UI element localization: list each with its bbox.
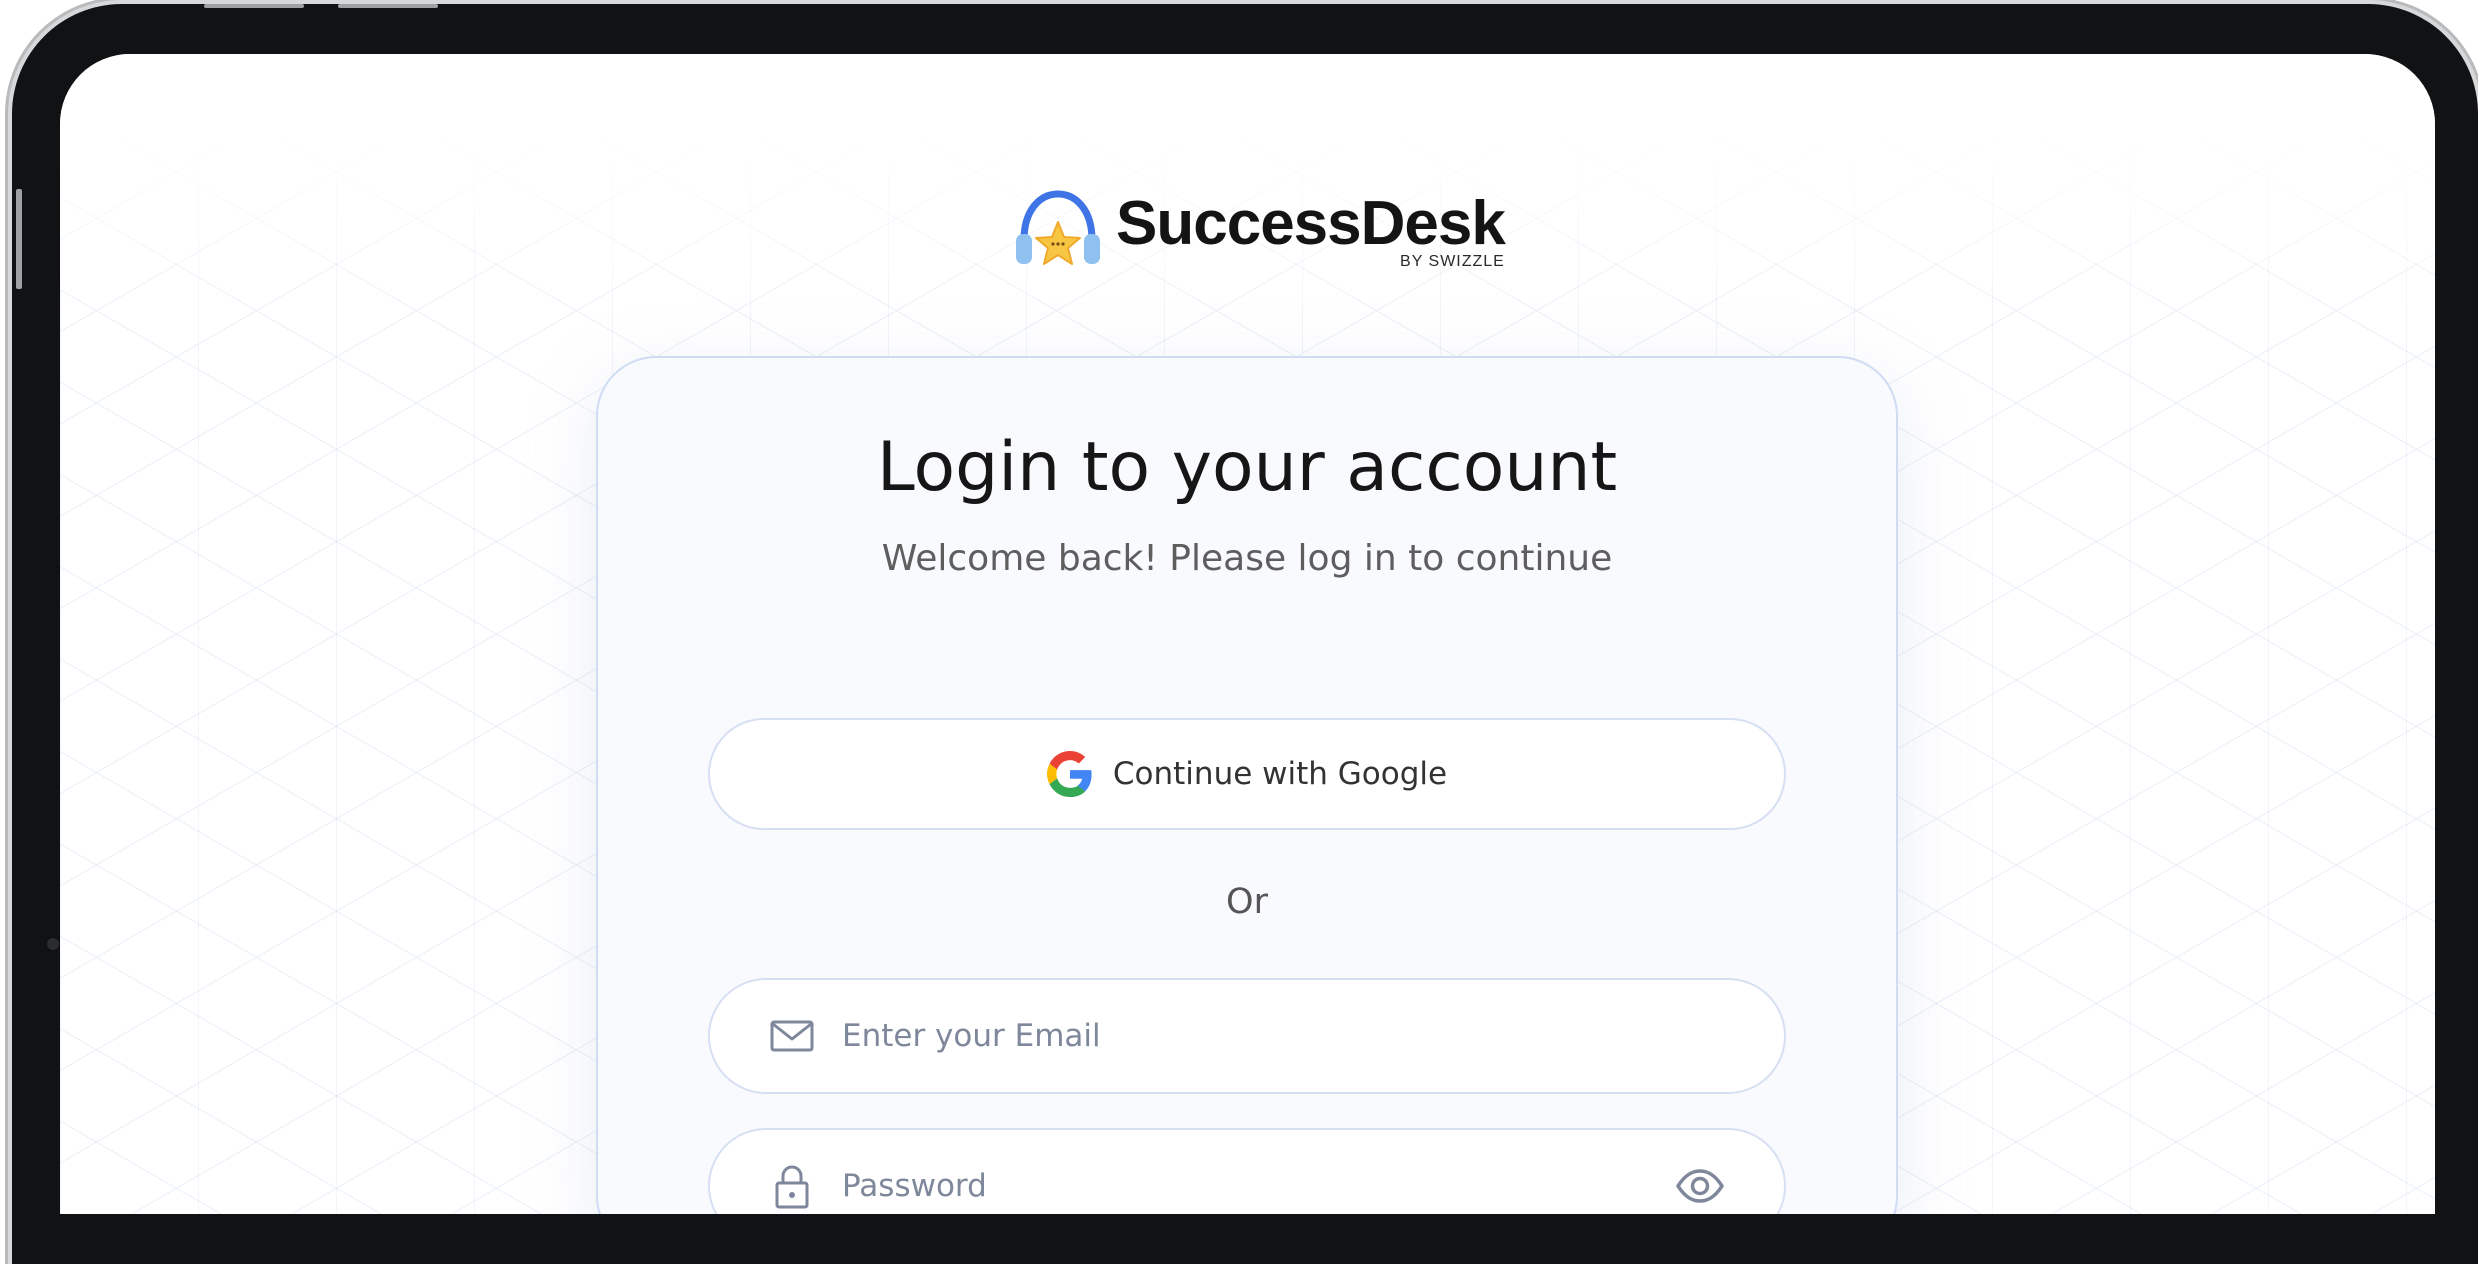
logo-byline: BY SWIZZLE — [1400, 253, 1505, 270]
google-login-button[interactable]: Continue with Google — [708, 718, 1786, 830]
page-subtitle: Welcome back! Please log in to continue — [881, 538, 1613, 579]
email-input[interactable] — [840, 1006, 1784, 1066]
volume-button — [204, 4, 304, 8]
lock-icon — [775, 1165, 809, 1209]
google-login-label: Continue with Google — [1112, 756, 1448, 792]
front-camera — [47, 938, 59, 950]
divider-or: Or — [1226, 882, 1268, 922]
side-button — [16, 189, 22, 289]
password-input[interactable] — [840, 1156, 1674, 1214]
password-field[interactable] — [708, 1128, 1786, 1214]
login-screen: SuccessDesk BY SWIZZLE Login to your acc… — [60, 54, 2435, 1214]
login-card: Login to your account Welcome back! Plea… — [596, 356, 1898, 1214]
app-logo: SuccessDesk BY SWIZZLE — [1010, 184, 1506, 284]
logo-wordmark: SuccessDesk BY SWIZZLE — [1116, 184, 1506, 270]
headset-star-icon — [1016, 190, 1100, 265]
email-field[interactable] — [708, 978, 1786, 1094]
google-g-icon — [1046, 751, 1092, 797]
eye-icon[interactable] — [1674, 1160, 1726, 1212]
logo-name: SuccessDesk — [1116, 189, 1506, 258]
power-button — [338, 4, 438, 8]
page-title: Login to your account — [876, 428, 1618, 507]
envelope-icon — [770, 1020, 814, 1052]
